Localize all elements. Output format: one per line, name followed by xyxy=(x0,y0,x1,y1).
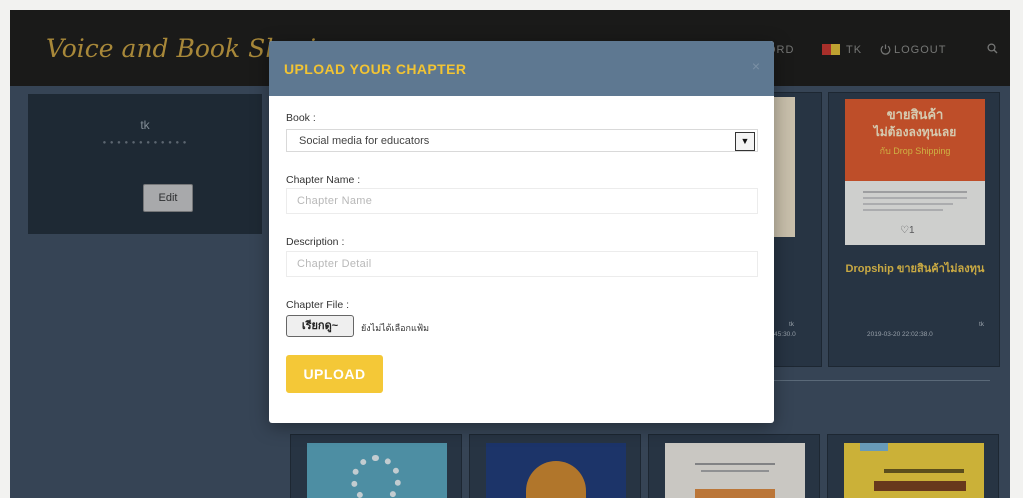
book-select[interactable]: Social media for educators ▼ xyxy=(286,129,758,152)
chapter-file-label: Chapter File : xyxy=(286,299,350,311)
modal-header: UPLOAD YOUR CHAPTER × xyxy=(269,41,774,96)
book-label: Book : xyxy=(286,112,316,124)
file-status: ยังไม่ได้เลือกแฟ้ม xyxy=(361,323,430,333)
upload-button[interactable]: UPLOAD xyxy=(286,355,383,393)
description-input[interactable] xyxy=(286,251,758,277)
chapter-name-input[interactable] xyxy=(286,188,758,214)
close-icon[interactable]: × xyxy=(749,56,763,76)
modal-title: UPLOAD YOUR CHAPTER xyxy=(284,61,467,77)
choose-file-button[interactable]: เรียกดู~ xyxy=(286,315,354,337)
page-frame: Voice and Book Sharing ORD TK LOGOUT tk … xyxy=(10,10,1010,498)
description-label: Description : xyxy=(286,236,345,248)
book-select-value: Social media for educators xyxy=(299,135,430,147)
chapter-name-label: Chapter Name : xyxy=(286,174,361,186)
chevron-down-icon[interactable]: ▼ xyxy=(735,132,755,151)
upload-chapter-modal: UPLOAD YOUR CHAPTER × Book : Social medi… xyxy=(269,41,774,423)
